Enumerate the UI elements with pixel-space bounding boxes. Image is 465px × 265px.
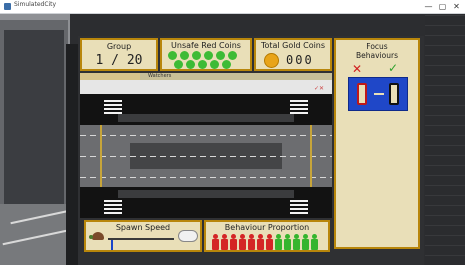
dash <box>374 93 384 95</box>
coin-grid <box>168 51 248 71</box>
check-icon[interactable]: ✓ <box>388 61 398 75</box>
gold-coins-label: Total Gold Coins <box>260 41 326 50</box>
group-label: Group <box>106 42 132 51</box>
spawn-speed: Spawn Speed <box>84 220 202 252</box>
pedestrian-figure-icon <box>389 83 399 105</box>
focus-label: Focus Behaviours <box>336 42 418 60</box>
person-icon <box>302 234 309 250</box>
person-icon <box>248 234 255 250</box>
crosswalk <box>104 98 122 114</box>
building-right <box>425 14 465 265</box>
proportion-figures <box>212 234 326 252</box>
app-icon <box>4 3 11 10</box>
red-coins-label: Unsafe Red Coins <box>171 41 241 50</box>
arena-top-strip <box>80 80 332 94</box>
lane-marking <box>80 156 332 157</box>
person-icon <box>239 234 246 250</box>
focus-label-line1: Focus <box>366 42 388 51</box>
green-coin-icon <box>210 60 219 69</box>
green-coin-icon <box>204 51 213 60</box>
crosswalk <box>104 198 122 214</box>
group-value: 1 / 20 <box>95 53 143 68</box>
green-coin-icon <box>168 51 177 60</box>
person-icon <box>275 234 282 250</box>
person-icon <box>284 234 291 250</box>
arena-header-bar <box>80 73 332 80</box>
green-coin-icon <box>180 51 189 60</box>
gold-coins-value: 000 <box>286 53 314 67</box>
window-titlebar: SimulatedCity — ▢ ✕ <box>0 0 465 14</box>
crossing-arena <box>80 94 332 218</box>
focus-behaviour-image <box>348 77 408 111</box>
person-icon <box>311 234 318 250</box>
unsafe-red-coins: Unsafe Red Coins <box>160 38 252 71</box>
person-icon <box>221 234 228 250</box>
green-coin-icon <box>216 51 225 60</box>
spawn-speed-handle[interactable] <box>111 240 114 250</box>
behaviour-proportion-label: Behaviour Proportion <box>224 223 310 232</box>
group-counter: Group 1 / 20 <box>80 38 158 71</box>
minimize-button[interactable]: — <box>422 0 435 13</box>
green-coin-icon <box>174 60 183 69</box>
sidewalk <box>118 114 294 122</box>
turtle-head <box>89 235 93 239</box>
window-title: SimulatedCity <box>14 1 57 8</box>
spawn-speed-slider[interactable] <box>108 238 174 240</box>
gold-coin-icon <box>264 53 279 68</box>
behaviour-proportion: Behaviour Proportion <box>204 220 330 252</box>
road <box>80 125 332 187</box>
yellow-line <box>100 125 102 187</box>
green-coin-icon <box>222 60 231 69</box>
focus-label-line2: Behaviours <box>356 51 398 60</box>
pedestrian-figure-icon <box>357 83 367 105</box>
person-icon <box>212 234 219 250</box>
focus-behaviours: Focus Behaviours ✕ ✓ <box>334 38 420 249</box>
crosswalk <box>290 98 308 114</box>
rabbit-icon <box>178 230 198 242</box>
arena-bar-label: Watchers <box>148 73 172 79</box>
crosswalk <box>290 198 308 214</box>
green-coin-icon <box>228 51 237 60</box>
person-icon <box>293 234 300 250</box>
green-coin-icon <box>198 60 207 69</box>
maximize-button[interactable]: ▢ <box>436 0 449 13</box>
person-icon <box>257 234 264 250</box>
green-coin-icon <box>186 60 195 69</box>
arena-status-icons: ✓✕ <box>314 85 325 92</box>
building-left <box>0 20 68 210</box>
total-gold-coins: Total Gold Coins 000 <box>254 38 332 71</box>
person-icon <box>266 234 273 250</box>
person-icon <box>230 234 237 250</box>
building-windows <box>4 30 64 206</box>
green-coin-icon <box>192 51 201 60</box>
lane-marking <box>80 177 332 178</box>
turtle-icon <box>92 232 104 240</box>
close-button[interactable]: ✕ <box>450 0 463 13</box>
cross-icon[interactable]: ✕ <box>352 62 362 76</box>
lane-marking <box>80 135 332 136</box>
yellow-line <box>310 125 312 187</box>
sidewalk <box>118 190 294 198</box>
